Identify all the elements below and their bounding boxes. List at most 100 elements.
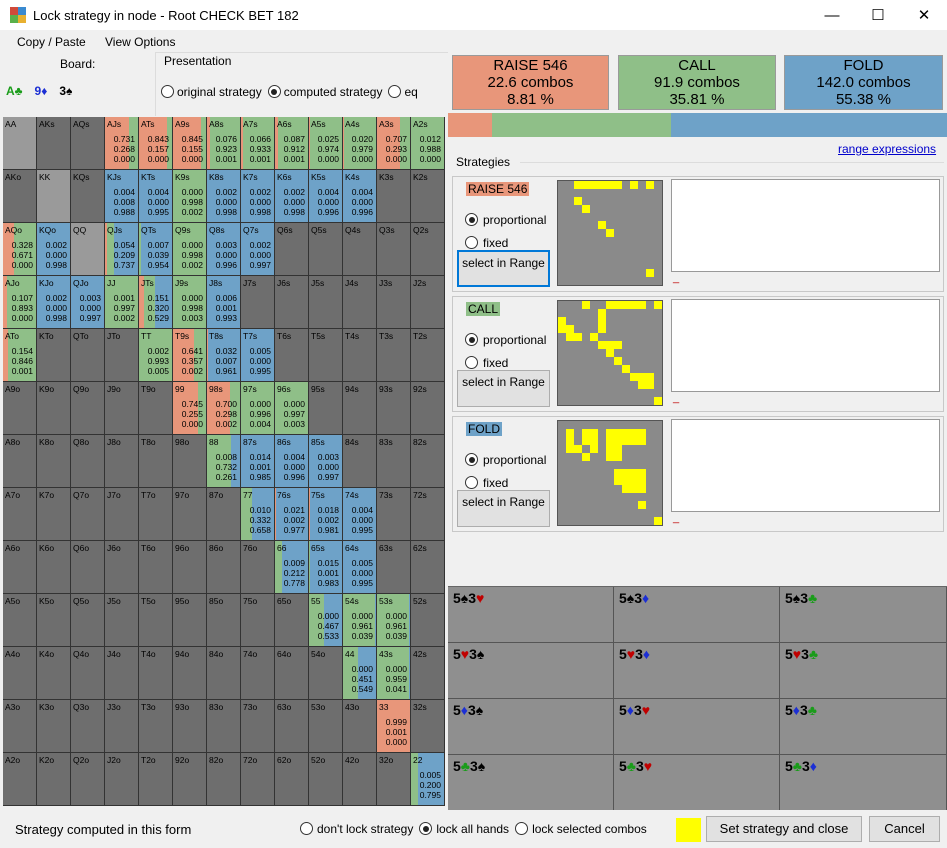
hand-cell[interactable]: 77 0.010 0.332 0.658	[241, 488, 275, 541]
hand-cell[interactable]: T3s	[377, 329, 411, 382]
proportional-radio[interactable]	[465, 453, 478, 466]
hand-cell[interactable]: A5o	[3, 594, 37, 647]
hand-cell[interactable]: K2o	[37, 753, 71, 806]
presentation-radio[interactable]	[388, 85, 402, 98]
hand-cell[interactable]: J2o	[105, 753, 139, 806]
select-in-range-button[interactable]: select in Range	[457, 250, 550, 287]
maximize-button[interactable]: ☐	[855, 0, 901, 30]
hand-cell[interactable]: 72s	[411, 488, 445, 541]
hand-cell[interactable]: 63s	[377, 541, 411, 594]
hand-cell[interactable]: J8o	[105, 435, 139, 488]
hand-cell[interactable]: J6o	[105, 541, 139, 594]
proportional-option[interactable]: proportional	[465, 453, 546, 467]
hand-cell[interactable]: AA	[3, 117, 37, 170]
hand-cell[interactable]: J7s	[241, 276, 275, 329]
hand-cell[interactable]: 74o	[241, 647, 275, 700]
combo-board-cell[interactable]: 5♦3♠	[448, 699, 614, 755]
hand-cell[interactable]: T8o	[139, 435, 173, 488]
hand-cell[interactable]: 87s 0.014 0.001 0.985	[241, 435, 275, 488]
hand-cell[interactable]: 82o	[207, 753, 241, 806]
hand-cell[interactable]: Q5o	[71, 594, 105, 647]
hand-cell[interactable]: A2o	[3, 753, 37, 806]
hand-cell[interactable]: 66 0.009 0.212 0.778	[275, 541, 309, 594]
hand-cell[interactable]: 43o	[343, 700, 377, 753]
hand-cell[interactable]: 73s	[377, 488, 411, 541]
hand-cell[interactable]: T5s	[309, 329, 343, 382]
hand-cell[interactable]: JTs 0.151 0.320 0.529	[139, 276, 173, 329]
hand-cell[interactable]: 74s 0.004 0.000 0.995	[343, 488, 377, 541]
close-button[interactable]: ✕	[901, 0, 947, 30]
hand-cell[interactable]: 93s	[377, 382, 411, 435]
hand-cell[interactable]: K9s 0.000 0.998 0.002	[173, 170, 207, 223]
combo-board-cell[interactable]: 5♥3♦	[614, 643, 780, 699]
hand-cell[interactable]: AKs	[37, 117, 71, 170]
hand-cell[interactable]: K9o	[37, 382, 71, 435]
hand-cell[interactable]: J2s	[411, 276, 445, 329]
combo-board-cell[interactable]: 5♥3♣	[780, 643, 947, 699]
hand-cell[interactable]: K7s 0.002 0.000 0.998	[241, 170, 275, 223]
hand-cell[interactable]: 96o	[173, 541, 207, 594]
hand-cell[interactable]: AJo 0.107 0.893 0.000	[3, 276, 37, 329]
hand-cell[interactable]: 92s	[411, 382, 445, 435]
hand-cell[interactable]: 72o	[241, 753, 275, 806]
hand-cell[interactable]: 75o	[241, 594, 275, 647]
cancel-button[interactable]: Cancel	[869, 816, 940, 842]
combo-board-cell[interactable]: 5♦3♥	[614, 699, 780, 755]
hand-cell[interactable]: 55 0.000 0.467 0.533	[309, 594, 343, 647]
hand-cell[interactable]: T7s 0.005 0.000 0.995	[241, 329, 275, 382]
lock-option-radio[interactable]	[300, 822, 313, 835]
hand-cell[interactable]: 84o	[207, 647, 241, 700]
hand-cell[interactable]: A5s 0.025 0.974 0.000	[309, 117, 343, 170]
hand-cell[interactable]: AJs 0.731 0.268 0.000	[105, 117, 139, 170]
hand-cell[interactable]: Q9s 0.000 0.998 0.002	[173, 223, 207, 276]
hand-cell[interactable]: K7o	[37, 488, 71, 541]
hand-cell[interactable]: 52s	[411, 594, 445, 647]
hand-cell[interactable]: J7o	[105, 488, 139, 541]
hand-cell[interactable]: K5o	[37, 594, 71, 647]
presentation-radio[interactable]	[267, 85, 281, 98]
hand-cell[interactable]: 65s 0.015 0.001 0.983	[309, 541, 343, 594]
hand-cell[interactable]: J5o	[105, 594, 139, 647]
hand-cell[interactable]: 43s 0.000 0.959 0.041	[377, 647, 411, 700]
hand-cell[interactable]: 73o	[241, 700, 275, 753]
hand-cell[interactable]: A7o	[3, 488, 37, 541]
hand-cell[interactable]: Q8s 0.003 0.000 0.996	[207, 223, 241, 276]
hand-cell[interactable]: T2o	[139, 753, 173, 806]
presentation-radio[interactable]	[161, 85, 174, 98]
combo-board-cell[interactable]: 5♥3♠	[448, 643, 614, 699]
hand-cell[interactable]: 76o	[241, 541, 275, 594]
hand-cell[interactable]: TT 0.002 0.993 0.005	[139, 329, 173, 382]
hand-cell[interactable]: ATo 0.154 0.846 0.001	[3, 329, 37, 382]
hand-cell[interactable]: 95s	[309, 382, 343, 435]
hand-cell[interactable]: KJs 0.004 0.008 0.988	[105, 170, 139, 223]
hand-cell[interactable]: 94s	[343, 382, 377, 435]
lock-option-label[interactable]: don't lock strategy	[317, 822, 413, 836]
select-in-range-button[interactable]: select in Range	[457, 370, 550, 407]
hand-cell[interactable]: A3o	[3, 700, 37, 753]
hand-cell[interactable]: A4o	[3, 647, 37, 700]
hand-cell[interactable]: 85s 0.003 0.000 0.997	[309, 435, 343, 488]
hand-cell[interactable]: 96s 0.000 0.997 0.003	[275, 382, 309, 435]
hand-cell[interactable]: K8s 0.002 0.000 0.998	[207, 170, 241, 223]
lock-option-radio[interactable]	[515, 822, 529, 835]
hand-cell[interactable]: 84s	[343, 435, 377, 488]
hand-cell[interactable]: A6s 0.087 0.912 0.001	[275, 117, 309, 170]
proportional-radio[interactable]	[465, 213, 478, 226]
proportional-option[interactable]: proportional	[465, 213, 546, 227]
combo-board-cell[interactable]: 5♣3♦	[780, 755, 947, 811]
hand-cell[interactable]: 62o	[275, 753, 309, 806]
hand-cell[interactable]: 42o	[343, 753, 377, 806]
hand-cell[interactable]: Q3s	[377, 223, 411, 276]
hand-cell[interactable]: 44 0.000 0.451 0.549	[343, 647, 377, 700]
presentation-option-label[interactable]: original strategy	[177, 85, 262, 99]
hand-cell[interactable]: 54s 0.000 0.961 0.039	[343, 594, 377, 647]
hand-cell[interactable]: 33 0.999 0.001 0.000	[377, 700, 411, 753]
hand-cell[interactable]: Q6s	[275, 223, 309, 276]
fixed-radio[interactable]	[465, 476, 478, 489]
hand-cell[interactable]: KQo 0.002 0.000 0.998	[37, 223, 71, 276]
hand-cell[interactable]: Q9o	[71, 382, 105, 435]
hand-cell[interactable]: KQs	[71, 170, 105, 223]
combo-board-cell[interactable]: 5♠3♥	[448, 587, 614, 643]
combo-board-cell[interactable]: 5♣3♠	[448, 755, 614, 811]
hand-cell[interactable]: KTo	[37, 329, 71, 382]
